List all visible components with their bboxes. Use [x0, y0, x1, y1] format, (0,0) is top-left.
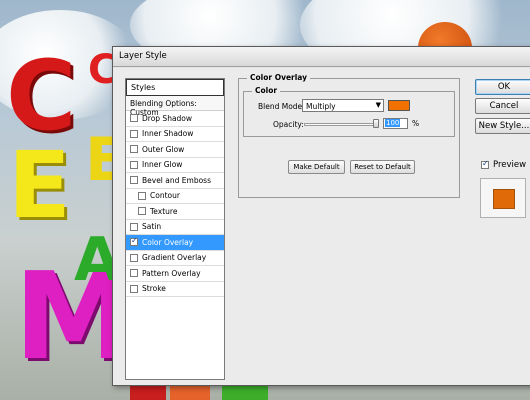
yellow-letter-shape: E	[8, 132, 71, 239]
dialog-body: Styles Blending Options: Custom Drop Sha…	[113, 68, 530, 385]
style-item-outer-glow[interactable]: Outer Glow	[126, 142, 224, 158]
style-item-checkbox[interactable]	[130, 114, 138, 123]
style-item-satin[interactable]: Satin	[126, 220, 224, 235]
red-letter-shape	[130, 384, 166, 400]
style-item-checkbox[interactable]	[130, 236, 138, 247]
style-item-label: Drop Shadow	[142, 113, 193, 123]
preview-checkbox[interactable]	[481, 159, 489, 169]
style-item-checkbox[interactable]	[130, 160, 138, 169]
style-item-inner-glow[interactable]: Inner Glow	[126, 158, 224, 173]
red-letter-shape: C	[6, 40, 77, 152]
dialog-titlebar[interactable]: Layer Style	[113, 47, 530, 67]
style-item-checkbox[interactable]	[130, 145, 138, 154]
style-item-label: Inner Shadow	[142, 129, 194, 139]
style-item-bevel-and-emboss[interactable]: Bevel and Emboss	[126, 173, 224, 189]
cancel-button[interactable]: Cancel	[475, 98, 530, 114]
style-item-checkbox[interactable]	[138, 191, 146, 200]
opacity-slider-handle[interactable]	[373, 119, 379, 128]
color-overlay-group: Color Overlay Color Blend Mode: Multiply…	[238, 73, 460, 198]
ok-button[interactable]: OK	[475, 79, 530, 95]
dialog-title: Layer Style	[119, 51, 167, 61]
overlay-color-swatch[interactable]	[388, 100, 410, 111]
orange-letter-shape	[170, 384, 210, 400]
color-subgroup-title: Color	[252, 86, 281, 95]
color-overlay-group-title: Color Overlay	[247, 73, 311, 82]
styles-list: Styles Blending Options: Custom Drop Sha…	[125, 78, 225, 380]
reset-to-default-button[interactable]: Reset to Default	[350, 160, 415, 174]
blend-mode-label: Blend Mode:	[258, 102, 305, 111]
preview-label: Preview	[493, 160, 527, 170]
style-item-label: Stroke	[142, 284, 166, 294]
blend-mode-select[interactable]: Multiply ▼	[302, 99, 384, 112]
style-item-pattern-overlay[interactable]: Pattern Overlay	[126, 266, 224, 282]
style-item-checkbox[interactable]	[130, 129, 138, 138]
style-item-label: Color Overlay	[142, 237, 194, 247]
style-item-gradient-overlay[interactable]: Gradient Overlay	[126, 251, 224, 266]
style-item-label: Satin	[142, 222, 162, 232]
style-item-checkbox[interactable]	[138, 207, 146, 216]
preview-thumbnail	[480, 178, 526, 218]
opacity-slider[interactable]	[304, 123, 378, 126]
style-item-checkbox[interactable]	[130, 253, 138, 262]
make-default-button[interactable]: Make Default	[288, 160, 345, 174]
style-item-contour[interactable]: Contour	[126, 189, 224, 204]
style-item-label: Texture	[150, 206, 178, 216]
style-item-inner-shadow[interactable]: Inner Shadow	[126, 127, 224, 142]
style-item-label: Bevel and Emboss	[142, 175, 211, 185]
opacity-unit: %	[412, 119, 420, 128]
style-item-label: Pattern Overlay	[142, 268, 201, 278]
style-item-checkbox[interactable]	[130, 222, 138, 231]
styles-header[interactable]: Styles	[126, 79, 224, 96]
style-item-checkbox[interactable]	[130, 176, 138, 185]
style-item-stroke[interactable]: Stroke	[126, 282, 224, 297]
green-letter-shape	[222, 384, 268, 400]
opacity-label: Opacity:	[273, 120, 304, 129]
new-style-button[interactable]: New Style...	[475, 118, 530, 134]
blending-options-item[interactable]: Blending Options: Custom	[126, 96, 224, 117]
opacity-input[interactable]: 100	[383, 118, 408, 129]
color-subgroup: Color Blend Mode: Multiply ▼ Opacity: 10…	[243, 86, 455, 137]
layer-style-dialog: Layer Style Styles Blending Options: Cus…	[112, 46, 530, 386]
style-item-checkbox[interactable]	[130, 284, 138, 293]
preview-color-swatch	[493, 189, 515, 209]
dropdown-arrow-icon: ▼	[375, 101, 381, 109]
style-item-label: Gradient Overlay	[142, 253, 207, 263]
style-item-texture[interactable]: Texture	[126, 204, 224, 220]
style-item-label: Contour	[150, 191, 180, 201]
style-item-label: Outer Glow	[142, 144, 185, 154]
opacity-value: 100	[385, 119, 401, 127]
blend-mode-value: Multiply	[306, 102, 336, 111]
style-item-label: Inner Glow	[142, 160, 183, 170]
style-item-checkbox[interactable]	[130, 269, 138, 278]
preview-toggle[interactable]: Preview	[481, 159, 527, 170]
style-item-color-overlay[interactable]: Color Overlay	[126, 235, 224, 251]
